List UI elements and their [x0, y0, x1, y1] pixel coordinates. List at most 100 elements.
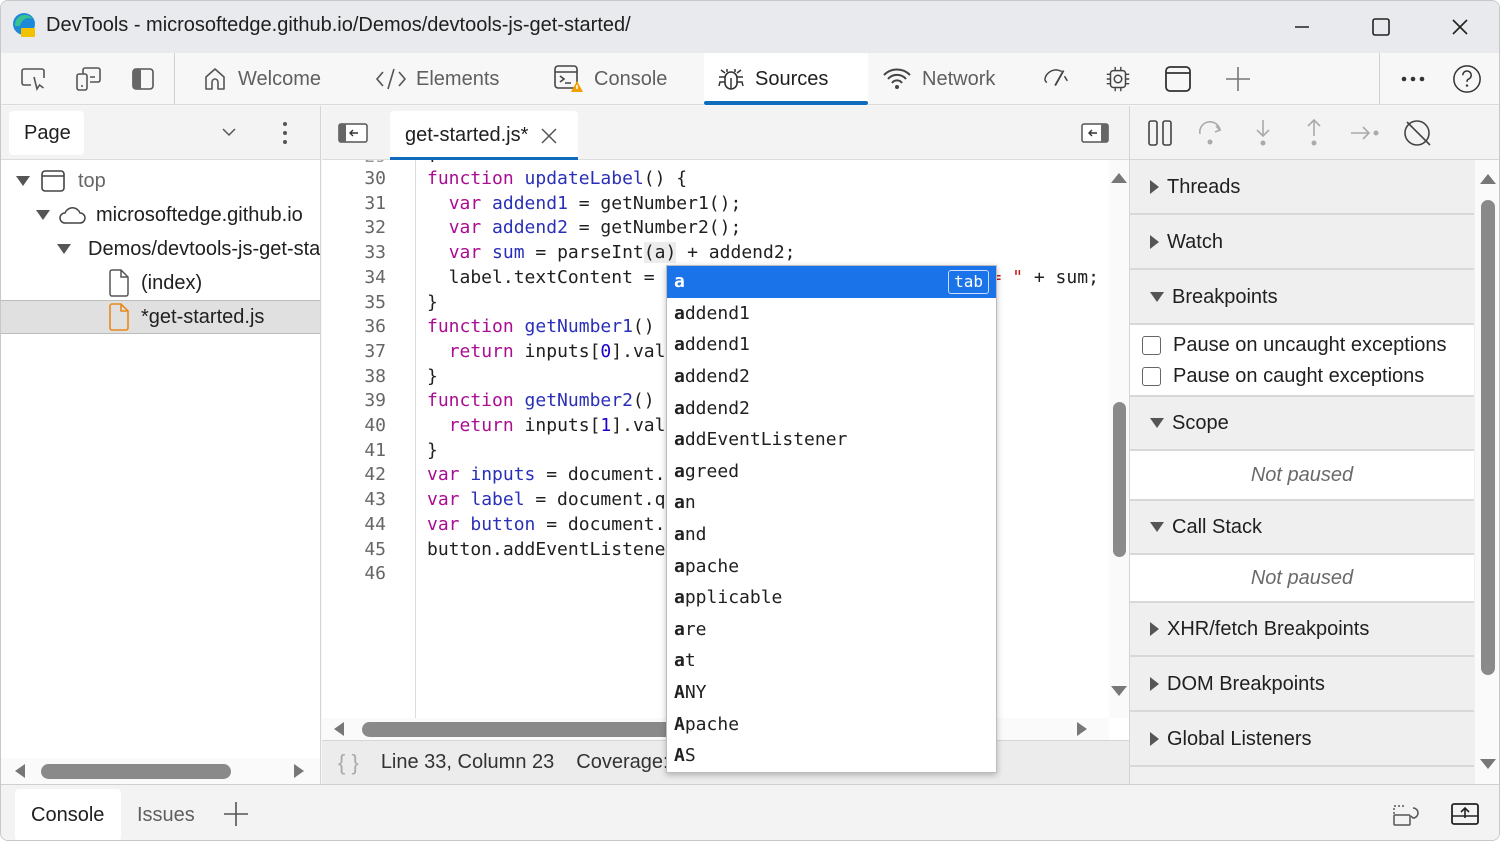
scroll-up-icon[interactable]: [1111, 173, 1127, 183]
line-number[interactable]: 35: [322, 292, 386, 313]
tree-item-index[interactable]: (index): [1, 266, 320, 300]
scrollbar-thumb[interactable]: [1113, 402, 1126, 557]
pause-button[interactable]: [1143, 116, 1177, 150]
pretty-print-icon[interactable]: { }: [338, 750, 359, 776]
drawer-tab-issues[interactable]: Issues: [121, 789, 211, 840]
line-number[interactable]: 37: [322, 341, 386, 362]
line-number[interactable]: 30: [322, 168, 386, 189]
expand-triangle-icon[interactable]: [36, 210, 50, 220]
scroll-left-icon[interactable]: [334, 722, 344, 736]
page-tab[interactable]: Page: [9, 111, 84, 155]
code-line[interactable]: function getNumber2() {: [427, 390, 676, 411]
autocomplete-item[interactable]: a greed: [667, 456, 996, 488]
code-line[interactable]: }: [427, 292, 438, 313]
toggle-navigator-icon[interactable]: [338, 122, 368, 144]
line-number[interactable]: 44: [322, 514, 386, 535]
step-button[interactable]: [1348, 116, 1382, 150]
maximize-button[interactable]: [1361, 11, 1401, 43]
autocomplete-item[interactable]: a ddend2: [667, 392, 996, 424]
application-tab-button[interactable]: [1163, 65, 1193, 93]
autocomplete-item[interactable]: a pplicable: [667, 582, 996, 614]
code-line[interactable]: }: [427, 366, 438, 387]
line-number[interactable]: 43: [322, 489, 386, 510]
scrollbar-thumb[interactable]: [362, 722, 682, 737]
autocomplete-item[interactable]: AS: [667, 740, 996, 772]
tree-item-top[interactable]: top: [1, 164, 320, 198]
section-xhr-breakpoints[interactable]: XHR/fetch Breakpoints: [1130, 603, 1474, 657]
line-number[interactable]: 45: [322, 539, 386, 560]
scroll-left-icon[interactable]: [15, 764, 25, 778]
navigator-horizontal-scrollbar[interactable]: [1, 758, 320, 784]
undock-drawer-icon[interactable]: [1450, 802, 1480, 826]
line-number[interactable]: 36: [322, 316, 386, 337]
autocomplete-item[interactable]: a nd: [667, 519, 996, 551]
inspect-element-button[interactable]: [19, 65, 49, 93]
more-options-icon[interactable]: [280, 120, 290, 146]
more-options-button[interactable]: [1398, 65, 1428, 93]
code-line[interactable]: function updateLabel() {: [427, 168, 687, 189]
line-number[interactable]: 34: [322, 267, 386, 288]
autocomplete-item[interactable]: a ddend1: [667, 298, 996, 330]
code-line[interactable]: var addend1 = getNumber1();: [427, 193, 742, 214]
device-emulation-button[interactable]: [74, 65, 104, 93]
section-global-listeners[interactable]: Global Listeners: [1130, 713, 1474, 767]
step-out-button[interactable]: [1297, 116, 1331, 150]
code-line[interactable]: function getNumber1() {: [427, 316, 676, 337]
toggle-panel-button[interactable]: [128, 65, 158, 93]
section-dom-breakpoints[interactable]: DOM Breakpoints: [1130, 658, 1474, 712]
expand-triangle-icon[interactable]: [57, 244, 71, 254]
chevron-down-icon[interactable]: [221, 126, 237, 138]
line-number[interactable]: 31: [322, 193, 386, 214]
autocomplete-item[interactable]: a re: [667, 614, 996, 646]
pause-caught-option[interactable]: Pause on caught exceptions: [1130, 361, 1474, 392]
section-threads[interactable]: Threads: [1130, 161, 1474, 215]
line-number[interactable]: 41: [322, 440, 386, 461]
line-number[interactable]: 33: [322, 242, 386, 263]
autocomplete-item[interactable]: a ddEventListener: [667, 424, 996, 456]
expand-triangle-icon[interactable]: [16, 176, 30, 186]
file-tab-get-started-js[interactable]: get-started.js*: [390, 111, 578, 160]
scroll-right-icon[interactable]: [1077, 722, 1087, 736]
code-line[interactable]: var addend2 = getNumber2();: [427, 217, 742, 238]
autocomplete-item[interactable]: a ddend1: [667, 329, 996, 361]
scroll-right-icon[interactable]: [294, 764, 304, 778]
line-number[interactable]: 40: [322, 415, 386, 436]
scrollbar-thumb[interactable]: [1481, 200, 1495, 675]
code-line[interactable]: var sum = parseInt(a) + addend2;: [427, 242, 796, 264]
autocomplete-item[interactable]: at: [667, 645, 996, 677]
add-tab-button[interactable]: [1223, 65, 1253, 93]
tab-welcome[interactable]: Welcome: [189, 53, 333, 105]
deactivate-breakpoints-button[interactable]: [1400, 116, 1434, 150]
help-button[interactable]: [1452, 65, 1482, 93]
checkbox[interactable]: [1142, 367, 1161, 386]
close-button[interactable]: [1440, 11, 1480, 43]
memory-tab-button[interactable]: [1103, 65, 1133, 93]
performance-tab-button[interactable]: [1042, 65, 1072, 93]
close-icon[interactable]: [540, 127, 558, 145]
tree-item-folder[interactable]: Demos/devtools-js-get-started: [1, 232, 320, 266]
line-number[interactable]: 38: [322, 366, 386, 387]
step-over-button[interactable]: [1194, 116, 1228, 150]
debugger-vertical-scrollbar[interactable]: [1475, 160, 1499, 784]
section-call-stack[interactable]: Call Stack: [1130, 501, 1474, 555]
section-breakpoints[interactable]: Breakpoints: [1130, 271, 1474, 325]
line-number[interactable]: 39: [322, 390, 386, 411]
pause-uncaught-option[interactable]: Pause on uncaught exceptions: [1130, 330, 1474, 361]
line-number[interactable]: 46: [322, 563, 386, 584]
checkbox[interactable]: [1142, 336, 1161, 355]
code-line[interactable]: return inputs[0].value;: [427, 341, 698, 362]
code-line[interactable]: return inputs[1].value;: [427, 415, 698, 436]
tab-network[interactable]: Network: [869, 53, 1007, 105]
line-number[interactable]: 42: [322, 464, 386, 485]
dock-side-icon[interactable]: [1391, 802, 1421, 828]
section-scope[interactable]: Scope: [1130, 397, 1474, 451]
code-line[interactable]: }: [427, 440, 438, 461]
drawer-tab-console[interactable]: Console: [15, 789, 121, 840]
tree-item-get-started-js[interactable]: *get-started.js: [1, 300, 320, 334]
autocomplete-item[interactable]: A NY: [667, 677, 996, 709]
autocomplete-item[interactable]: a pache: [667, 550, 996, 582]
tree-item-domain[interactable]: microsoftedge.github.io: [1, 198, 320, 232]
add-tab-icon[interactable]: [223, 801, 249, 827]
minimize-button[interactable]: [1282, 11, 1322, 43]
section-watch[interactable]: Watch: [1130, 216, 1474, 270]
